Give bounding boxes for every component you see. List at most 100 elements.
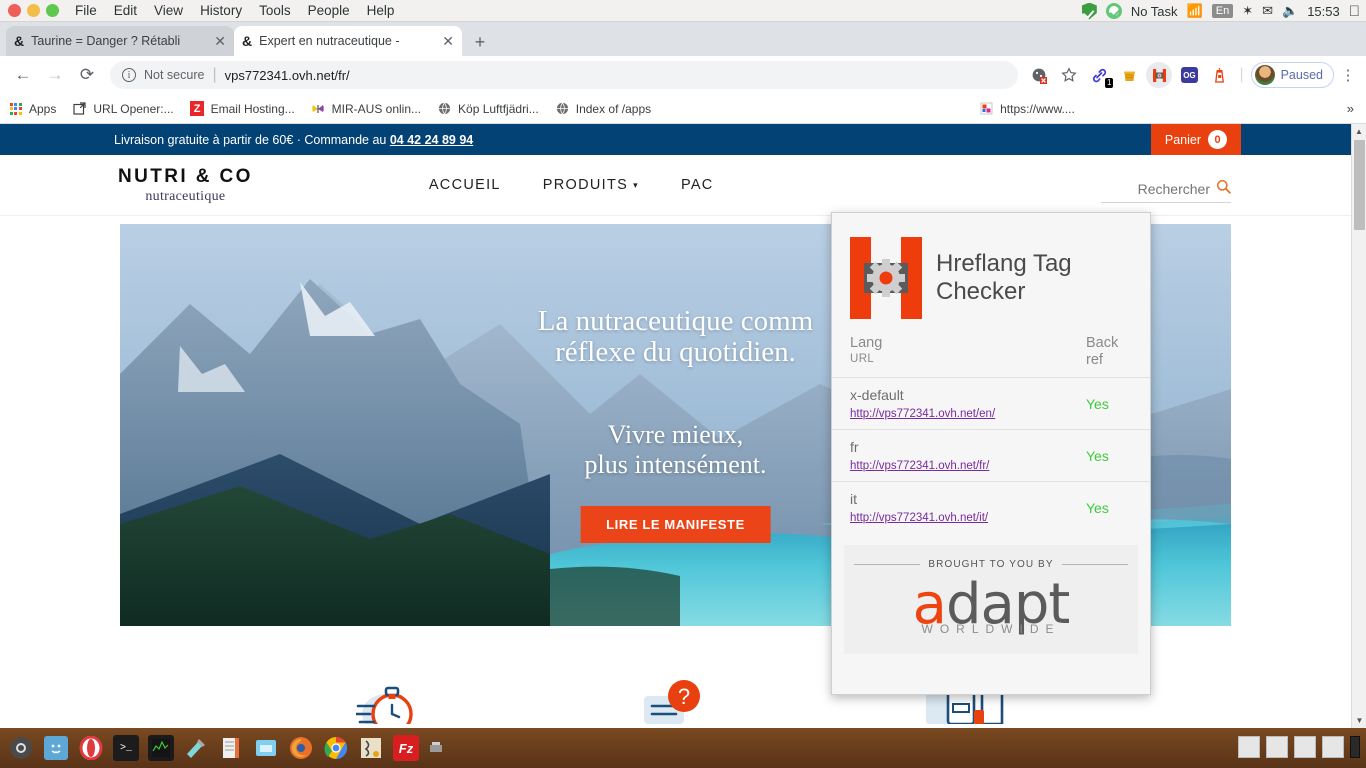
tab-favicon: & [14, 33, 25, 49]
printer-icon[interactable] [428, 735, 444, 761]
terminal-icon[interactable]: >_ [113, 735, 139, 761]
reload-button[interactable]: ⟳ [72, 60, 102, 90]
bookmark-url-opener[interactable]: URL Opener:... [72, 101, 174, 116]
ubuntu-launcher-icon[interactable] [8, 735, 34, 761]
site-search[interactable] [1101, 179, 1231, 203]
back-button[interactable]: ← [8, 60, 38, 90]
forward-button[interactable]: → [40, 60, 70, 90]
row-url-link[interactable]: http://vps772341.ovh.net/en/ [850, 408, 1086, 420]
row-url-link[interactable]: http://vps772341.ovh.net/fr/ [850, 460, 1086, 472]
address-bar-url[interactable]: vps772341.ovh.net/fr/ [225, 68, 350, 83]
bookmark-https-www[interactable]: https://www.... [979, 101, 1075, 116]
bookmark-kop-luftfjadri[interactable]: Köp Luftfjädri... [437, 101, 539, 116]
site-header: NUTRI & CO nutraceutique ACCUEIL PRODUIT… [0, 155, 1351, 216]
wifi-icon[interactable]: 📶 [1187, 3, 1203, 19]
extension-badge-count: 1 [1104, 78, 1114, 88]
tab-close-icon[interactable]: ✕ [442, 34, 454, 48]
og-extension-icon[interactable]: OG [1176, 62, 1202, 88]
bookmark-index-of-apps[interactable]: Index of /apps [555, 101, 651, 116]
os-menu-tools[interactable]: Tools [259, 3, 291, 18]
page-scrollbar[interactable]: ▲ ▼ [1351, 124, 1366, 728]
file-manager-icon[interactable] [253, 735, 279, 761]
scroll-up-arrow-icon[interactable]: ▲ [1352, 124, 1366, 139]
bookmark-star-icon[interactable] [1056, 62, 1082, 88]
bluetooth-icon[interactable]: ✶ [1242, 3, 1253, 19]
os-menu-edit[interactable]: Edit [114, 3, 137, 18]
bookmark-mir-aus[interactable]: MIR-AUS onlin... [311, 101, 421, 116]
tab-close-icon[interactable]: ✕ [214, 34, 226, 48]
nav-item-pack[interactable]: PAC [681, 177, 714, 193]
popup-title-line2: Checker [936, 278, 1026, 305]
adapt-logo[interactable]: adapt WORLDWIDE [854, 576, 1128, 637]
keyboard-language-indicator[interactable]: En [1211, 4, 1234, 18]
honey-extension-icon[interactable] [1116, 62, 1142, 88]
volume-icon[interactable]: 🔈 [1282, 3, 1298, 19]
profile-button[interactable]: Paused [1250, 62, 1334, 88]
window-minimize-button[interactable] [27, 4, 40, 17]
window-maximize-button[interactable] [46, 4, 59, 17]
bookmark-email-hosting[interactable]: Z Email Hosting... [190, 101, 295, 116]
dock-window-thumbnails[interactable] [1238, 736, 1360, 758]
search-input[interactable] [1122, 180, 1210, 197]
promo-phone-link[interactable]: 04 42 24 89 94 [390, 133, 473, 147]
new-tab-button[interactable]: + [466, 28, 494, 56]
notebook-icon[interactable] [218, 735, 244, 761]
window-thumbnail[interactable] [1266, 736, 1288, 758]
hreflang-tag-checker-popup: Hreflang Tag Checker Lang URL Back ref x… [831, 212, 1151, 695]
window-thumbnail[interactable] [1294, 736, 1316, 758]
chrome-icon[interactable] [323, 735, 349, 761]
address-bar[interactable]: i Not secure | vps772341.ovh.net/fr/ [110, 61, 1019, 89]
cookie-blocked-icon[interactable] [1026, 62, 1052, 88]
link-extension-icon[interactable]: 1 [1086, 62, 1114, 88]
phone-thumbnail[interactable] [1350, 736, 1360, 758]
hero-cta-button[interactable]: LIRE LE MANIFESTE [580, 506, 771, 543]
info-circle-icon[interactable]: i [122, 68, 136, 82]
shield-icon[interactable] [1081, 2, 1097, 20]
browser-tab-2[interactable]: & Expert en nutraceutique - ✕ [234, 26, 462, 56]
toolbar-divider: | [1239, 66, 1244, 83]
search-icon[interactable] [1216, 179, 1231, 198]
apple-menu-icon[interactable]:  [1349, 3, 1360, 20]
scrollbar-thumb[interactable] [1354, 140, 1365, 230]
page-viewport: Livraison gratuite à partir de 60€ · Com… [0, 124, 1366, 728]
lighthouse-extension-icon[interactable] [1206, 62, 1232, 88]
window-thumbnail[interactable] [1238, 736, 1260, 758]
apps-grid-icon [8, 101, 23, 116]
filezilla-icon[interactable]: Fz [393, 735, 419, 761]
tools-icon[interactable] [183, 735, 209, 761]
window-controls[interactable] [0, 4, 67, 17]
browser-menu-button[interactable]: ⋮ [1338, 66, 1358, 84]
toolbar-extension-icons: 1 OG | Paused ⋮ [1026, 62, 1358, 88]
system-monitor-icon[interactable] [148, 735, 174, 761]
scroll-down-arrow-icon[interactable]: ▼ [1352, 713, 1366, 728]
opera-icon[interactable] [78, 735, 104, 761]
nav-item-produits[interactable]: PRODUITS ▾ [543, 177, 639, 193]
task-status-icon[interactable] [1105, 3, 1122, 19]
browser-tab-strip: & Taurine = Danger ? Rétabli ✕ & Expert … [0, 22, 1366, 56]
sublime-text-icon[interactable] [358, 735, 384, 761]
os-menu-file[interactable]: File [75, 3, 97, 18]
svg-text:?: ? [677, 684, 689, 709]
window-close-button[interactable] [8, 4, 21, 17]
os-menu-people[interactable]: People [308, 3, 350, 18]
chevron-down-icon: ▾ [633, 179, 639, 190]
os-menu-view[interactable]: View [154, 3, 183, 18]
mail-icon[interactable]: ✉ [1262, 3, 1273, 19]
browser-tab-1[interactable]: & Taurine = Danger ? Rétabli ✕ [6, 26, 234, 56]
bookmarks-overflow-icon[interactable]: » [1347, 101, 1358, 116]
bookmark-apps[interactable]: Apps [8, 101, 56, 116]
cart-button[interactable]: Panier 0 [1150, 124, 1241, 155]
os-menu-history[interactable]: History [200, 3, 242, 18]
external-link-icon [72, 101, 87, 116]
firefox-icon[interactable] [288, 735, 314, 761]
row-url-link[interactable]: http://vps772341.ovh.net/it/ [850, 512, 1086, 524]
clock-label[interactable]: 15:53 [1307, 4, 1340, 19]
window-thumbnail[interactable] [1322, 736, 1344, 758]
os-menu-help[interactable]: Help [367, 3, 395, 18]
os-menu-items[interactable]: File Edit View History Tools People Help [75, 3, 394, 18]
site-logo[interactable]: NUTRI & CO nutraceutique [118, 166, 253, 205]
files-icon[interactable] [43, 735, 69, 761]
hreflang-extension-icon[interactable] [1146, 62, 1173, 88]
nav-item-accueil[interactable]: ACCUEIL [429, 177, 501, 193]
nav-label: ACCUEIL [428, 177, 501, 193]
